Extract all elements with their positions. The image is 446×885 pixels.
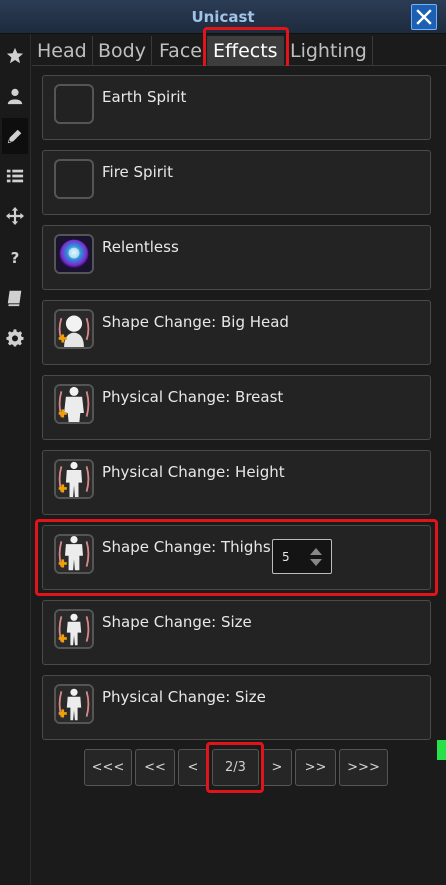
effect-label: Fire Spirit (102, 163, 173, 181)
pager-next-button[interactable]: > (262, 749, 292, 786)
effect-row-earth-spirit[interactable]: Earth Spirit (42, 75, 431, 140)
pencil-icon (7, 129, 22, 144)
list-icon (6, 169, 24, 183)
pager-last-button[interactable]: >>> (339, 749, 388, 786)
breast-icon (54, 384, 94, 424)
effect-label: Shape Change: Size (102, 613, 252, 631)
effect-label: Physical Change: Size (102, 688, 266, 706)
size-icon (54, 609, 94, 649)
sidebar-item-settings[interactable] (2, 320, 28, 356)
sidebar-item-move[interactable] (2, 198, 28, 234)
stepper-value[interactable]: 5 (282, 550, 290, 564)
sidebar-item-edit[interactable] (2, 118, 28, 154)
close-icon (416, 9, 432, 25)
stepper-arrows-icon[interactable] (309, 547, 323, 567)
effect-label: Shape Change: Thighs (102, 538, 271, 556)
effect-row-shape-size[interactable]: Shape Change: Size (42, 600, 431, 665)
effect-row-big-head[interactable]: Shape Change: Big Head (42, 300, 431, 365)
effect-row-fire-spirit[interactable]: Fire Spirit (42, 150, 431, 215)
effect-row-breast[interactable]: Physical Change: Breast (42, 375, 431, 440)
relentless-orb-icon (54, 234, 94, 274)
sidebar-item-list[interactable] (2, 158, 28, 194)
effect-label: Physical Change: Breast (102, 388, 284, 406)
tab-face[interactable]: Face (154, 36, 208, 66)
effect-row-relentless[interactable]: Relentless (42, 225, 431, 290)
thighs-icon (54, 534, 94, 574)
effect-row-thighs[interactable]: Shape Change: Thighs 5 (42, 525, 431, 590)
tab-body[interactable]: Body (93, 36, 152, 66)
effect-row-height[interactable]: Physical Change: Height (42, 450, 431, 515)
pager-prev-block-button[interactable]: << (135, 749, 175, 786)
thighs-stepper[interactable]: 5 (272, 539, 332, 574)
sidebar-item-favorites[interactable] (2, 38, 28, 74)
sidebar: ? (0, 34, 31, 885)
effect-label: Earth Spirit (102, 88, 187, 106)
effect-label: Relentless (102, 238, 179, 256)
effect-label: Physical Change: Height (102, 463, 285, 481)
gear-icon (6, 329, 24, 347)
height-icon (54, 459, 94, 499)
user-icon (7, 88, 23, 105)
effect-label: Shape Change: Big Head (102, 313, 289, 331)
pager-prev-button[interactable]: < (178, 749, 208, 786)
window-title: Unicast (191, 8, 255, 26)
pager-page-indicator: 2/3 (212, 749, 259, 786)
effects-panel: Earth Spirit Fire Spirit Relentless Shap… (32, 66, 446, 885)
background-sliver (437, 740, 446, 760)
star-icon (6, 47, 24, 64)
help-icon: ? (10, 249, 20, 267)
effect-row-physical-size[interactable]: Physical Change: Size (42, 675, 431, 740)
empty-slot-icon (54, 159, 94, 199)
physical-size-icon (54, 684, 94, 724)
empty-slot-icon (54, 84, 94, 124)
book-icon (7, 290, 22, 307)
close-button[interactable] (411, 4, 437, 30)
tab-lighting[interactable]: Lighting (285, 36, 373, 66)
sidebar-item-book[interactable] (2, 280, 28, 316)
big-head-icon (54, 309, 94, 349)
pager-first-button[interactable]: <<< (84, 749, 132, 786)
tab-bar: Head Body Face Effects Lighting (32, 34, 446, 66)
title-bar: Unicast (0, 0, 446, 34)
pager-next-block-button[interactable]: >> (295, 749, 336, 786)
sidebar-item-character[interactable] (2, 78, 28, 114)
tab-effects[interactable]: Effects (208, 36, 284, 66)
tab-head[interactable]: Head (32, 36, 93, 66)
move-icon (6, 207, 24, 225)
sidebar-item-help[interactable]: ? (2, 240, 28, 276)
